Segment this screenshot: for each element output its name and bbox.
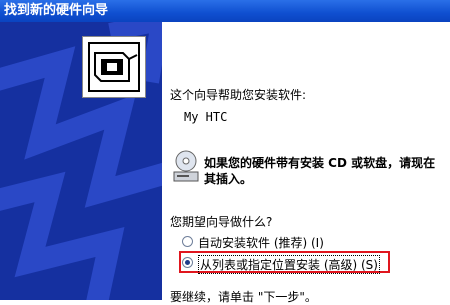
window-title: 找到新的硬件向导 (4, 3, 109, 18)
intro-text: 这个向导帮助您安装软件: (170, 88, 307, 102)
radio-manual-install[interactable] (182, 257, 193, 268)
question-text: 您期望向导做什么? (170, 215, 273, 229)
wizard-side-panel (0, 22, 162, 300)
wizard-content: 这个向导帮助您安装软件: My HTC 如果您的硬件带有安装 CD 或软盘，请现… (162, 22, 450, 304)
option-manual-install[interactable]: 从列表或指定位置安装 (高级) (S) (182, 255, 390, 274)
cd-notice-line2: 其插入。 (204, 172, 253, 186)
cd-drive-icon (172, 150, 200, 186)
option-manual-install-label: 从列表或指定位置安装 (高级) (S) (198, 255, 380, 274)
hardware-wizard-icon (82, 36, 146, 98)
cd-notice-line1: 如果您的硬件带有安装 CD 或软盘，请现在 (204, 156, 436, 170)
option-auto-install-label: 自动安装软件 (推荐) (I) (198, 236, 324, 250)
option-auto-install[interactable]: 自动安装软件 (推荐) (I) (182, 234, 382, 250)
footer-text: 要继续，请单击 "下一步"。 (170, 290, 317, 304)
device-name: My HTC (184, 110, 228, 124)
radio-auto-install[interactable] (182, 236, 193, 247)
title-bar[interactable]: 找到新的硬件向导 (0, 0, 450, 22)
